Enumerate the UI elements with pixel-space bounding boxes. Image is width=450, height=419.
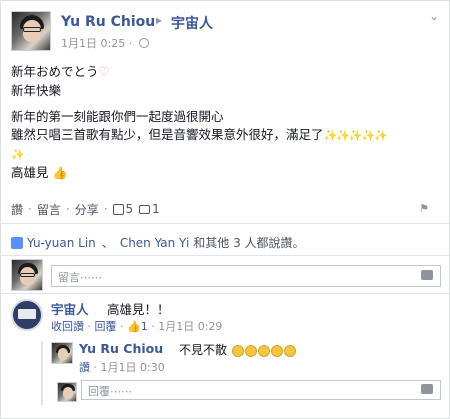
camera-icon[interactable]	[421, 384, 433, 394]
sparkles-icon: ✨✨✨✨✨	[323, 129, 388, 142]
share-button[interactable]: 分享	[75, 201, 99, 218]
thumbs-up-emoji-icon: 👍	[52, 166, 68, 180]
post-target-page[interactable]: 宇宙人	[171, 13, 213, 33]
reply-text: 不見不散	[179, 341, 296, 358]
reply-input[interactable]: 回覆⋯⋯	[81, 380, 441, 400]
author-avatar[interactable]	[11, 11, 51, 51]
post-line-4: 雖然只唱三首歌有點少，但是音響效果意外很好，滿足了	[11, 127, 324, 142]
reply-like-button[interactable]: 讚	[79, 361, 90, 374]
audience-icon	[138, 38, 149, 48]
post-body: 新年おめでとう♡ 新年快樂 新年的第一刻能跟你們一起度過很開心 雖然只唱三首歌有…	[11, 63, 441, 182]
unlike-button[interactable]: 收回讚	[51, 320, 84, 333]
smiley-icon	[231, 344, 244, 357]
smiley-icon	[257, 344, 270, 357]
comment-count-icon	[139, 204, 151, 214]
heart-icon: ♡	[98, 65, 111, 80]
like-count-icon	[112, 203, 124, 215]
like-button[interactable]: 讚	[11, 201, 23, 218]
like-count[interactable]: 5	[126, 202, 134, 216]
reply-composer: 回覆⋯⋯	[51, 379, 441, 405]
divider	[1, 293, 450, 294]
divider	[1, 223, 450, 224]
likes-summary: Yu-yuan Lin 、 Chen Yan Yi 和其他 3 人都說讚。	[11, 234, 441, 251]
reply-meta: 讚 · 1月1日 0:30	[79, 361, 165, 374]
smiley-icon	[270, 344, 283, 357]
smiley-icon	[244, 344, 257, 357]
comment-like-count[interactable]: 👍1	[127, 320, 148, 333]
post-line-5: 高雄見	[11, 165, 49, 180]
viewer-avatar	[57, 382, 77, 402]
camera-icon[interactable]	[421, 270, 433, 280]
post-line-2: 新年快樂	[11, 83, 62, 98]
reply-author-avatar[interactable]	[51, 342, 73, 364]
comment-text: 高雄見！！	[107, 302, 170, 317]
likes-rest[interactable]: 和其他 3 人都說讚。	[193, 234, 304, 251]
post-timestamp[interactable]: 1月1日 0:25 ·	[61, 35, 149, 51]
smiley-icon	[283, 344, 296, 357]
comment-button[interactable]: 留言	[37, 201, 61, 218]
reply-author[interactable]: Yu Ru Chiou	[79, 341, 163, 356]
divider	[1, 255, 450, 256]
liker-2[interactable]: Chen Yan Yi	[120, 236, 189, 250]
post-options-chevron-icon[interactable]: ⌄	[429, 9, 439, 23]
arrow-icon: ▸	[156, 13, 163, 27]
commenter-avatar[interactable]	[11, 299, 43, 331]
sparkle-icon: ✨	[11, 148, 25, 161]
viewer-avatar	[11, 259, 43, 291]
reply-button[interactable]: 回覆	[95, 320, 117, 333]
thumbs-up-icon	[11, 236, 23, 249]
reply-time[interactable]: 1月1日 0:30	[101, 361, 165, 374]
post-card: Yu Ru Chiou ▸ 宇宙人 1月1日 0:25 · ⌄ 新年おめでとう♡…	[0, 0, 450, 419]
comment-composer: 留言⋯⋯	[11, 259, 441, 291]
flag-icon[interactable]: ⚑	[419, 202, 429, 215]
reply-thread: Yu Ru Chiou 不見不散 讚 · 1月1日 0:30 回覆⋯⋯	[41, 341, 441, 405]
comment-author[interactable]: 宇宙人	[51, 299, 89, 318]
liker-1[interactable]: Yu-yuan Lin	[27, 236, 96, 250]
comment-input[interactable]: 留言⋯⋯	[51, 265, 441, 287]
post-author[interactable]: Yu Ru Chiou	[61, 14, 155, 30]
reply: Yu Ru Chiou 不見不散 讚 · 1月1日 0:30	[51, 341, 441, 375]
comment-time[interactable]: 1月1日 0:29	[158, 320, 222, 333]
comment-meta: 收回讚 · 回覆 · 👍1 · 1月1日 0:29	[51, 320, 223, 333]
post-line-1: 新年おめでとう	[11, 64, 99, 79]
comment-count[interactable]: 1	[152, 202, 160, 216]
post-actions: 讚 · 留言 · 分享 · 5 1 ⚑	[11, 201, 429, 218]
post-line-3: 新年的第一刻能跟你們一起度過很開心	[11, 109, 224, 124]
